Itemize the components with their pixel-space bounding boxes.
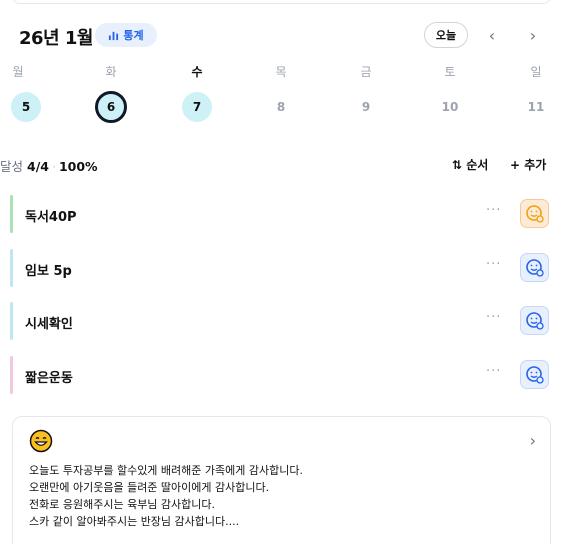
sort-button[interactable]: ⇅ 순서 xyxy=(452,156,488,173)
gratitude-journal-card[interactable]: › 오늘도 투자공부를 할수있게 배려해준 가족에게 감사합니다. 오랜만에 아… xyxy=(12,416,551,544)
chevron-right-icon: › xyxy=(529,25,537,45)
smile-face-icon xyxy=(525,365,544,384)
weekday-fri: 금 xyxy=(360,65,372,79)
calendar-header: 26년 1월 통계 오늘 ‹ › xyxy=(0,20,567,50)
habit-row[interactable]: 임보 5p ··· xyxy=(10,249,551,287)
achievement-count: 4/4 xyxy=(27,159,49,174)
more-icon[interactable]: ··· xyxy=(486,310,501,325)
next-week-button[interactable]: › xyxy=(520,22,546,48)
journal-line: 오늘도 투자공부를 할수있게 배려해준 가족에게 감사합니다. xyxy=(29,464,303,477)
habit-row[interactable]: 독서40P ··· xyxy=(10,195,551,233)
weekday-tue: 화 xyxy=(105,65,117,79)
mood-face-button[interactable] xyxy=(520,253,549,282)
habit-row[interactable]: 짧은운동 ··· xyxy=(10,356,551,394)
bar-chart-icon xyxy=(109,31,119,40)
stats-label: 통계 xyxy=(123,29,144,42)
smile-face-icon xyxy=(525,311,544,330)
weekday-wed: 수 xyxy=(191,65,203,79)
habit-color-bar xyxy=(10,302,13,340)
today-button[interactable]: 오늘 xyxy=(424,22,468,48)
journal-line: 스카 같이 알아봐주시는 반장님 감사합니다.... xyxy=(29,515,240,528)
date-cell[interactable]: 7 xyxy=(180,90,214,124)
weekday-sat: 토 xyxy=(444,65,456,79)
habit-row[interactable]: 시세확인 ··· xyxy=(10,302,551,340)
date-cell[interactable]: 9 xyxy=(349,90,383,124)
date-row: 5 6 7 8 9 10 11 xyxy=(0,90,567,124)
date-cell[interactable]: 11 xyxy=(519,90,553,124)
habit-name: 시세확인 xyxy=(25,317,73,332)
more-icon[interactable]: ··· xyxy=(486,257,501,272)
grinning-face-icon xyxy=(29,429,53,453)
chevron-right-icon[interactable]: › xyxy=(530,431,536,450)
previous-card-edge xyxy=(12,0,551,4)
achievement-percent: 100% xyxy=(58,159,98,174)
habit-color-bar xyxy=(10,195,13,233)
stats-button[interactable]: 통계 xyxy=(95,23,157,47)
achievement-label: 달성 xyxy=(0,159,24,174)
weekday-mon: 월 xyxy=(12,65,24,79)
more-icon[interactable]: ··· xyxy=(486,203,501,218)
date-cell[interactable]: 5 xyxy=(9,90,43,124)
prev-week-button[interactable]: ‹ xyxy=(479,22,505,48)
weekday-sun: 일 xyxy=(530,65,542,79)
journal-text: 오늘도 투자공부를 할수있게 배려해준 가족에게 감사합니다. 오랜만에 아기웃… xyxy=(29,462,303,530)
date-cell[interactable]: 8 xyxy=(264,90,298,124)
achievement-text: 달성 4/4 · 100% xyxy=(0,159,98,174)
smile-face-icon xyxy=(525,258,544,277)
journal-line: 전화로 응원해주시는 육부님 감사합니다. xyxy=(29,498,216,511)
achievement-summary: 달성 4/4 · 100% ⇅ 순서 + 추가 xyxy=(0,155,567,175)
add-button[interactable]: + 추가 xyxy=(510,156,546,173)
date-cell[interactable]: 10 xyxy=(433,90,467,124)
smile-face-icon xyxy=(525,204,544,223)
journal-line: 오랜만에 아기웃음을 들려준 딸아이에게 감사합니다. xyxy=(29,481,270,494)
habit-name: 임보 5p xyxy=(25,264,72,279)
habit-name: 독서40P xyxy=(25,210,77,225)
habit-color-bar xyxy=(10,356,13,394)
habit-color-bar xyxy=(10,249,13,287)
weekday-thu: 목 xyxy=(275,65,287,79)
weekday-row: 월 화 수 목 금 토 일 xyxy=(0,63,567,83)
more-icon[interactable]: ··· xyxy=(486,364,501,379)
mood-face-button[interactable] xyxy=(520,306,549,335)
date-cell-selected[interactable]: 6 xyxy=(94,90,128,124)
habit-name: 짧은운동 xyxy=(25,371,73,386)
mood-face-button[interactable] xyxy=(520,199,549,228)
mood-face-button[interactable] xyxy=(520,360,549,389)
month-title: 26년 1월 xyxy=(19,28,93,49)
chevron-left-icon: ‹ xyxy=(488,25,496,45)
